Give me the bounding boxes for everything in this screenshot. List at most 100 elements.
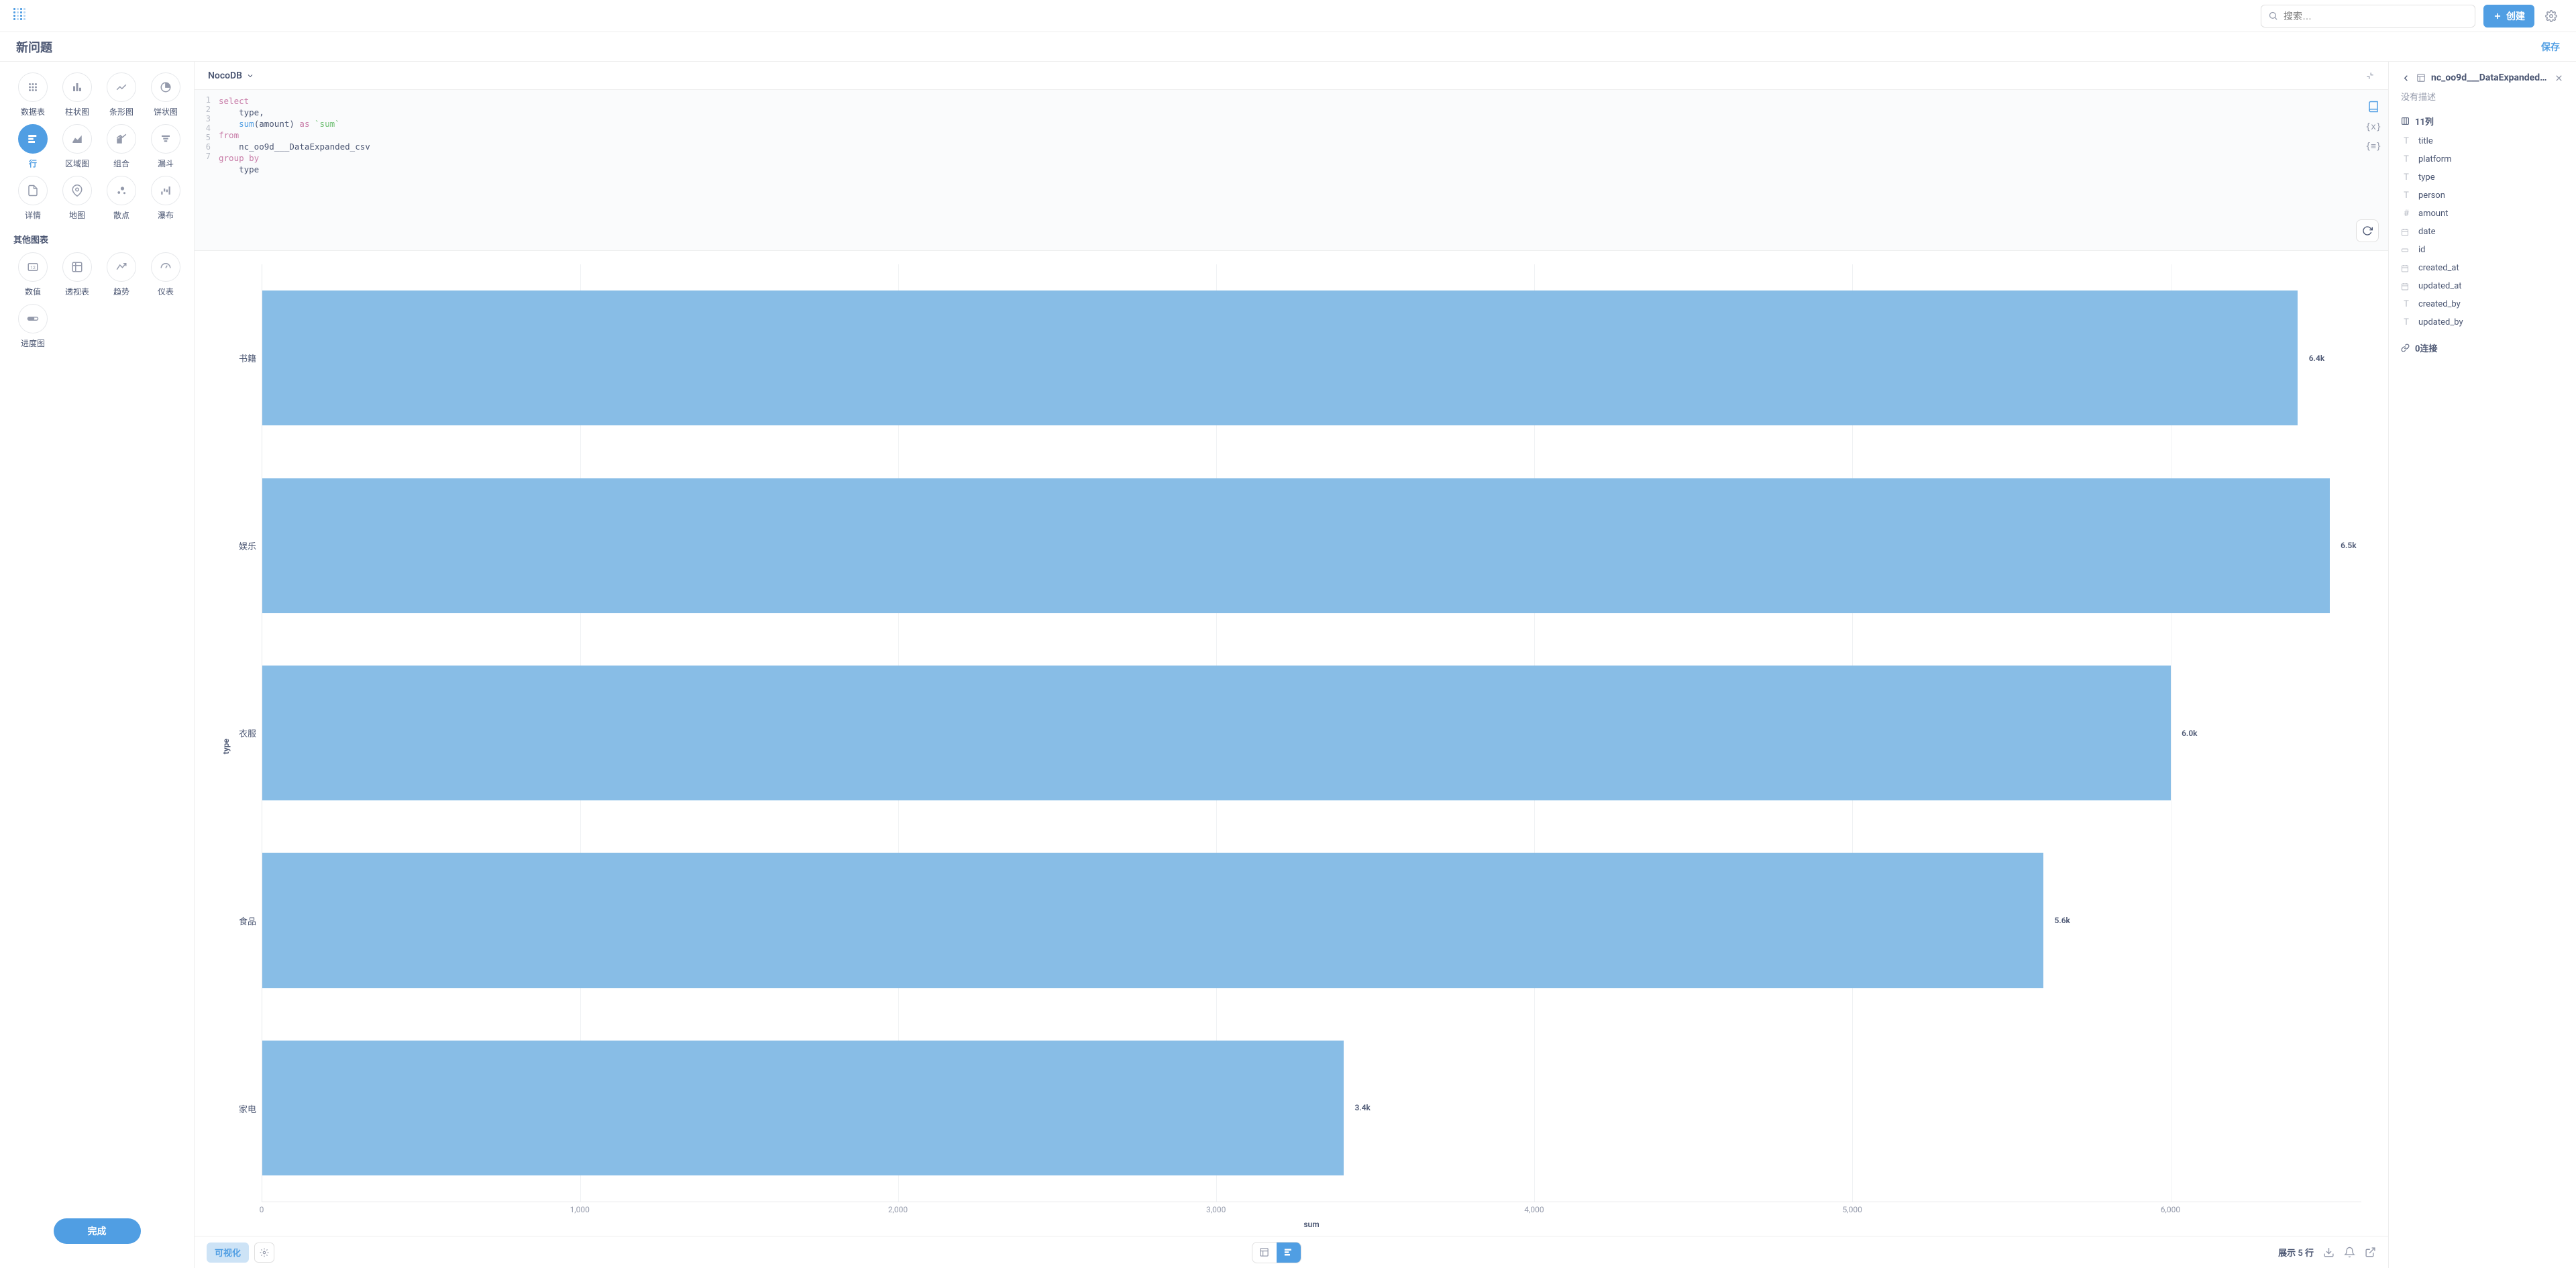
- viz-option-label: 散点: [113, 209, 129, 221]
- table-icon: [2416, 73, 2426, 83]
- chart-x-tick: 1,000: [570, 1205, 590, 1214]
- column-item-title[interactable]: Ttitle: [2401, 134, 2564, 148]
- column-item-date[interactable]: date: [2401, 225, 2564, 239]
- column-item-type[interactable]: Ttype: [2401, 170, 2564, 184]
- column-type-icon: [2401, 228, 2412, 236]
- close-button[interactable]: [2554, 73, 2564, 83]
- viz-option-scatter[interactable]: 散点: [102, 176, 141, 221]
- alert-icon[interactable]: [2344, 1247, 2355, 1258]
- chart-x-tick: 0: [260, 1205, 264, 1214]
- close-icon: [2554, 73, 2564, 83]
- column-item-updated_at[interactable]: updated_at: [2401, 279, 2564, 293]
- column-name: id: [2418, 245, 2426, 255]
- viz-option-label: 组合: [113, 158, 129, 169]
- chart-bar-value: 3.4k: [1354, 1103, 1370, 1112]
- bar-v-icon: [62, 72, 92, 102]
- reference-icon[interactable]: [2367, 101, 2379, 113]
- column-type-icon: T: [2401, 154, 2412, 164]
- viz-option-label: 数据表: [21, 106, 45, 117]
- back-button[interactable]: [2401, 73, 2411, 83]
- column-name: date: [2418, 227, 2436, 237]
- settings-button[interactable]: [2540, 5, 2563, 28]
- column-name: created_at: [2418, 263, 2459, 273]
- viz-option-number[interactable]: 12 数值: [13, 252, 52, 297]
- viz-settings-button[interactable]: [254, 1243, 274, 1263]
- gear-icon: [260, 1248, 269, 1257]
- svg-text:12: 12: [30, 265, 36, 270]
- page-header: 新问题 保存: [0, 32, 2576, 62]
- column-item-amount[interactable]: #amount: [2401, 207, 2564, 221]
- save-link[interactable]: 保存: [2541, 40, 2560, 54]
- chart-bar[interactable]: 3.4k: [262, 1041, 1344, 1175]
- chart-bar[interactable]: 6.5k: [262, 478, 2330, 613]
- create-button[interactable]: 创建: [2483, 5, 2534, 28]
- column-item-created_by[interactable]: Tcreated_by: [2401, 297, 2564, 311]
- chevron-down-icon: [246, 72, 254, 80]
- create-button-label: 创建: [2506, 9, 2525, 23]
- visualize-button[interactable]: 可视化: [207, 1243, 249, 1263]
- columns-header: 11列: [2401, 115, 2564, 127]
- chart-bar[interactable]: 6.0k: [262, 666, 2171, 800]
- viz-option-funnel[interactable]: 漏斗: [146, 124, 185, 169]
- share-icon[interactable]: [2365, 1247, 2376, 1258]
- viz-option-area[interactable]: 区域图: [58, 124, 97, 169]
- viz-option-trend[interactable]: 趋势: [102, 252, 141, 297]
- column-item-updated_by[interactable]: Tupdated_by: [2401, 315, 2564, 329]
- column-item-id[interactable]: id: [2401, 243, 2564, 257]
- viz-option-map[interactable]: 地图: [58, 176, 97, 221]
- chart-x-axis: 01,0002,0003,0004,0005,0006,000: [262, 1202, 2361, 1217]
- chart-category-label: 书籍: [235, 264, 262, 452]
- viz-option-bar-v[interactable]: 柱状图: [58, 72, 97, 117]
- column-item-person[interactable]: Tperson: [2401, 189, 2564, 203]
- search-icon: [2268, 11, 2278, 21]
- search-input[interactable]: [2284, 11, 2468, 21]
- funnel-icon: [151, 124, 180, 154]
- chart-x-tick: 2,000: [888, 1205, 908, 1214]
- table-icon: [18, 72, 48, 102]
- done-button[interactable]: 完成: [54, 1218, 141, 1244]
- table-view-toggle[interactable]: [1252, 1243, 1277, 1263]
- center-panel: NocoDB 1234567 select type, sum(amount) …: [195, 62, 2388, 1268]
- sql-editor[interactable]: 1234567 select type, sum(amount) as `sum…: [195, 90, 2388, 251]
- chart-view-toggle[interactable]: [1277, 1243, 1301, 1263]
- snippets-icon[interactable]: {≡}: [2365, 142, 2381, 152]
- search-box[interactable]: [2261, 5, 2475, 28]
- download-icon[interactable]: [2323, 1247, 2334, 1258]
- viz-option-label: 详情: [25, 209, 41, 221]
- viz-option-table[interactable]: 数据表: [13, 72, 52, 117]
- chart-plot[interactable]: 6.4k 6.5k 6.0k 5.6k 3.4k: [262, 264, 2361, 1202]
- chart-category-label: 家电: [235, 1014, 262, 1202]
- chart-bar[interactable]: 6.4k: [262, 290, 2298, 425]
- viz-option-row[interactable]: 行: [13, 124, 52, 169]
- collapse-icon[interactable]: [2365, 71, 2375, 81]
- column-name: created_by: [2418, 299, 2461, 309]
- viz-option-label: 仪表: [158, 286, 174, 297]
- column-type-icon: T: [2401, 191, 2412, 201]
- area-icon: [62, 124, 92, 154]
- table-icon: [1259, 1247, 1269, 1257]
- viz-option-label: 数值: [25, 286, 41, 297]
- chart-bar-value: 5.6k: [2054, 916, 2070, 925]
- table-name: nc_oo9d___DataExpanded_csv: [2431, 72, 2548, 83]
- editor-code[interactable]: select type, sum(amount) as `sum`from nc…: [215, 90, 2359, 250]
- viz-option-waterfall[interactable]: 瀑布: [146, 176, 185, 221]
- viz-option-line[interactable]: 条形图: [102, 72, 141, 117]
- link-icon: [2401, 344, 2410, 352]
- row-icon: [18, 124, 48, 154]
- app-logo[interactable]: [13, 8, 30, 24]
- database-selector[interactable]: NocoDB: [195, 62, 2388, 90]
- viz-option-progress[interactable]: 进度图: [13, 304, 52, 349]
- chart-x-tick: 4,000: [1524, 1205, 1544, 1214]
- viz-option-label: 漏斗: [158, 158, 174, 169]
- viz-option-gauge[interactable]: 仪表: [146, 252, 185, 297]
- variables-icon[interactable]: {x}: [2365, 122, 2381, 132]
- column-item-created_at[interactable]: created_at: [2401, 261, 2564, 275]
- viz-option-pivot[interactable]: 透视表: [58, 252, 97, 297]
- viz-option-pie[interactable]: 饼状图: [146, 72, 185, 117]
- viz-option-detail[interactable]: 详情: [13, 176, 52, 221]
- chart-bar[interactable]: 5.6k: [262, 853, 2043, 988]
- column-item-platform[interactable]: Tplatform: [2401, 152, 2564, 166]
- pie-icon: [151, 72, 180, 102]
- run-query-button[interactable]: [2356, 219, 2379, 242]
- viz-option-combo[interactable]: 组合: [102, 124, 141, 169]
